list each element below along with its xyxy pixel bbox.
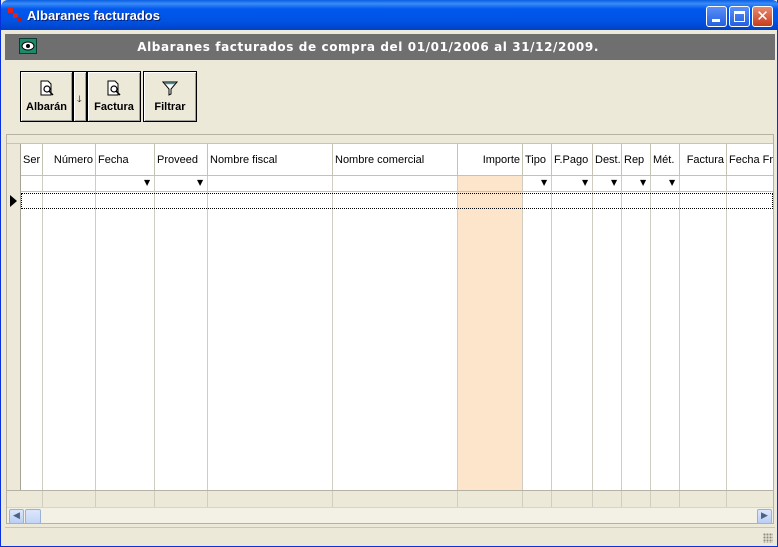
footer-cell: [155, 491, 208, 508]
chevron-down-icon[interactable]: ▼: [669, 178, 677, 188]
magnifier-document-icon: [40, 80, 54, 96]
filtrar-label: Filtrar: [154, 101, 186, 113]
column-header-label: Tipo: [525, 154, 546, 166]
footer-cell: [680, 491, 727, 508]
footer-cell: [593, 491, 622, 508]
column-header-label: Fecha: [98, 154, 129, 166]
maximize-icon: [734, 11, 745, 22]
close-button[interactable]: ✕: [752, 6, 773, 27]
column-header[interactable]: Nombre fiscal: [208, 144, 333, 176]
grid-footer-row: [7, 490, 773, 508]
column-filter-cell[interactable]: ▼: [593, 176, 622, 192]
minimize-icon: [712, 19, 720, 22]
column-header-label: Mét.: [653, 154, 675, 166]
albaran-dropdown-button[interactable]: 🡓: [73, 71, 87, 122]
column-filter-cell[interactable]: ▼: [96, 176, 155, 192]
footer-cell: [208, 491, 333, 508]
column-header[interactable]: Fecha Fr: [727, 144, 774, 176]
toolbar: Albarán 🡓 Factura Filtrar: [5, 60, 775, 134]
factura-button[interactable]: Factura: [87, 71, 141, 122]
column-header[interactable]: Dest.: [593, 144, 622, 176]
chevron-down-icon[interactable]: ▼: [144, 178, 152, 188]
magnifier-document-icon: [107, 80, 121, 96]
column-header[interactable]: Mét.: [651, 144, 680, 176]
minimize-button[interactable]: [706, 6, 727, 27]
column-filter-cell[interactable]: [333, 176, 458, 192]
funnel-icon: [162, 81, 178, 96]
footer-cell: [458, 491, 523, 508]
chevron-down-icon[interactable]: ▼: [582, 178, 590, 188]
column-header-label: Número: [53, 154, 93, 166]
grid-top-strip: [7, 135, 773, 144]
column-header[interactable]: Factura: [680, 144, 727, 176]
column-filter-cell[interactable]: [458, 176, 523, 192]
albaran-button[interactable]: Albarán: [20, 71, 73, 122]
column-header[interactable]: Rep: [622, 144, 651, 176]
status-bar: [5, 527, 775, 545]
current-row[interactable]: [21, 193, 773, 209]
footer-cell: [333, 491, 458, 508]
app-icon: [8, 8, 22, 22]
column-header[interactable]: Proveed: [155, 144, 208, 176]
column-header[interactable]: Nombre comercial: [333, 144, 458, 176]
scroll-right-icon[interactable]: ▶: [757, 509, 772, 523]
data-grid[interactable]: ◀ ▶ Ser Número Fecha ▼ Proveed ▼ Nombre fiscal…: [6, 134, 774, 524]
chevron-down-icon[interactable]: ▼: [541, 178, 549, 188]
footer-cell: [21, 491, 43, 508]
albaran-label: Albarán: [26, 101, 67, 113]
footer-cell: [727, 491, 773, 508]
column-header-label: Dest.: [595, 154, 621, 166]
column-filter-cell[interactable]: ▼: [523, 176, 552, 192]
window: Albaranes facturados ✕ Albaranes factura…: [0, 0, 778, 547]
column-header-label: Ser: [23, 154, 41, 166]
column-header-label: F.Pago: [554, 154, 589, 166]
resize-grip-icon[interactable]: [763, 533, 773, 543]
column-header-label: Importe: [482, 154, 520, 166]
horizontal-scrollbar[interactable]: ◀ ▶: [7, 507, 773, 523]
footer-cell: [43, 491, 96, 508]
close-icon: ✕: [756, 7, 769, 25]
column-header[interactable]: Ser: [21, 144, 43, 176]
scroll-left-icon[interactable]: ◀: [9, 509, 24, 523]
banner-title: Albaranes facturados de compra del 01/01…: [137, 40, 599, 54]
column-header[interactable]: Número: [43, 144, 96, 176]
column-header-label: Fecha Fr: [729, 154, 774, 166]
maximize-button[interactable]: [729, 6, 750, 27]
column-header[interactable]: F.Pago: [552, 144, 593, 176]
column-header-label: Rep: [624, 154, 645, 166]
banner: Albaranes facturados de compra del 01/01…: [5, 34, 775, 60]
column-filter-cell[interactable]: [208, 176, 333, 192]
column-filter-cell[interactable]: ▼: [155, 176, 208, 192]
column-header[interactable]: Importe: [458, 144, 523, 176]
column-header[interactable]: Tipo: [523, 144, 552, 176]
arrow-down-icon: 🡓: [77, 95, 82, 105]
column-filter-cell[interactable]: [43, 176, 96, 192]
column-header-label: Factura: [686, 154, 724, 166]
chevron-down-icon[interactable]: ▼: [197, 178, 205, 188]
column-header-label: Proveed: [157, 154, 198, 166]
footer-cell: [552, 491, 593, 508]
column-filter-cell[interactable]: ▼: [552, 176, 593, 192]
window-title: Albaranes facturados: [27, 8, 160, 23]
column-header[interactable]: Fecha: [96, 144, 155, 176]
filtrar-button[interactable]: Filtrar: [143, 71, 197, 122]
chevron-down-icon[interactable]: ▼: [640, 178, 648, 188]
column-header-label: Nombre comercial: [335, 154, 425, 166]
column-filter-cell[interactable]: ▼: [651, 176, 680, 192]
column-header-label: Nombre fiscal: [210, 154, 278, 166]
column-filter-cell[interactable]: [680, 176, 727, 192]
footer-cell: [622, 491, 651, 508]
column-filter-cell[interactable]: [727, 176, 773, 192]
footer-cell: [96, 491, 155, 508]
chevron-down-icon[interactable]: ▼: [611, 178, 619, 188]
column-filter-cell[interactable]: [21, 176, 43, 192]
footer-cell: [523, 491, 552, 508]
column-filter-cell[interactable]: ▼: [622, 176, 651, 192]
footer-cell: [651, 491, 680, 508]
current-row-pointer-icon: [10, 195, 17, 207]
title-bar[interactable]: Albaranes facturados ✕: [1, 0, 778, 30]
scroll-thumb[interactable]: [25, 509, 41, 523]
factura-label: Factura: [94, 101, 134, 113]
